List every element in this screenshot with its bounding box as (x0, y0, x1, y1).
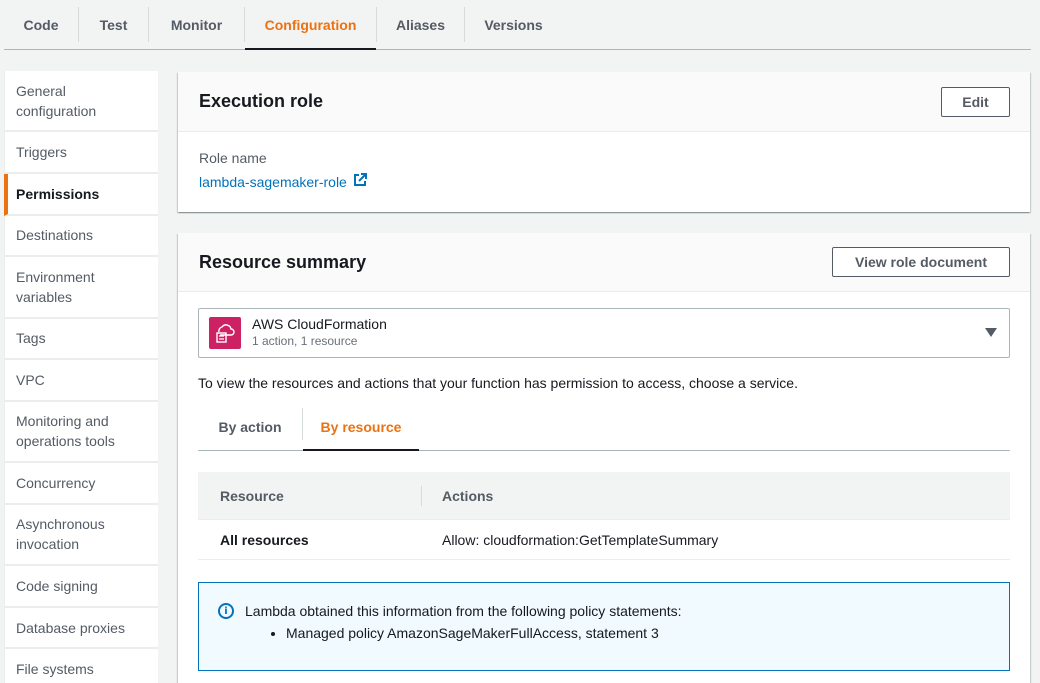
column-header-actions: Actions (442, 487, 494, 504)
caret-down-icon (985, 328, 997, 337)
sidebar-item-file-systems[interactable]: File systems (4, 649, 158, 683)
sidebar-item-asynchronous-invocation[interactable]: Asynchronous invocation (4, 504, 158, 567)
tab-code[interactable]: Code (4, 0, 78, 49)
column-header-resource: Resource (220, 487, 284, 504)
tab-by-resource[interactable]: By resource (303, 404, 419, 451)
tab-test[interactable]: Test (79, 0, 148, 49)
external-link-icon (353, 173, 367, 190)
tab-by-action[interactable]: By action (198, 404, 302, 450)
panel-title: Execution role (199, 91, 324, 111)
list-item: Managed policy AmazonSageMakerFullAccess… (286, 625, 989, 641)
service-summary: 1 action, 1 resource (252, 334, 358, 348)
sidebar-item-concurrency[interactable]: Concurrency (4, 463, 158, 505)
info-icon: i (218, 603, 234, 619)
sidebar-item-general-configuration[interactable]: General configuration (4, 71, 158, 133)
tab-aliases[interactable]: Aliases (377, 0, 464, 49)
info-alert: i Lambda obtained this information from … (198, 582, 1010, 671)
summary-tabs: By action By resource (198, 404, 1010, 451)
tab-configuration[interactable]: Configuration (245, 0, 376, 50)
sidebar-item-tags[interactable]: Tags (4, 318, 158, 361)
execution-role-panel: Execution role Edit Role name lambda-sag… (178, 72, 1030, 212)
sidebar-item-permissions[interactable]: Permissions (4, 174, 158, 216)
service-help-text: To view the resources and actions that y… (198, 375, 798, 391)
resource-table: Resource Actions All resources Allow: cl… (198, 472, 1010, 560)
sidebar-item-monitoring[interactable]: Monitoring and operations tools (4, 401, 158, 464)
policy-list: Managed policy AmazonSageMakerFullAccess… (286, 625, 989, 641)
tab-monitor[interactable]: Monitor (149, 0, 244, 49)
cloudformation-icon (209, 317, 241, 349)
role-name-label: Role name (199, 150, 267, 166)
top-tab-bar: Code Test Monitor Configuration Aliases … (4, 0, 1031, 50)
role-body: Role name lambda-sagemaker-role (178, 132, 1030, 192)
role-link-wrap: lambda-sagemaker-role (199, 173, 1030, 192)
sidebar-item-vpc[interactable]: VPC (4, 360, 158, 402)
view-role-document-button[interactable]: View role document (832, 247, 1010, 277)
sidebar-item-environment-variables[interactable]: Environment variables (4, 257, 158, 319)
tab-versions[interactable]: Versions (465, 0, 562, 49)
table-header: Resource Actions (198, 472, 1010, 520)
panel-header: Execution role Edit (178, 72, 1030, 132)
edit-button[interactable]: Edit (941, 86, 1010, 117)
service-select[interactable]: AWS CloudFormation 1 action, 1 resource (198, 308, 1010, 358)
role-name-link[interactable]: lambda-sagemaker-role (199, 173, 367, 190)
service-text: AWS CloudFormation 1 action, 1 resource (252, 316, 387, 350)
panel-title: Resource summary (199, 251, 367, 272)
config-side-nav: General configuration Triggers Permissio… (4, 71, 158, 683)
sidebar-item-destinations[interactable]: Destinations (4, 215, 158, 258)
action-cell: Allow: cloudformation:GetTemplateSummary (442, 531, 719, 548)
sidebar-item-database-proxies[interactable]: Database proxies (4, 607, 158, 650)
sidebar-item-triggers[interactable]: Triggers (4, 132, 158, 174)
sidebar-item-code-signing[interactable]: Code signing (4, 566, 158, 608)
service-name: AWS CloudFormation (252, 316, 387, 332)
resource-summary-panel: Resource summary View role document AWS … (178, 233, 1030, 683)
resource-cell: All resources (220, 531, 309, 548)
alert-message-line: i Lambda obtained this information from … (218, 603, 989, 619)
table-row: All resources Allow: cloudformation:GetT… (198, 520, 1010, 560)
alert-message: Lambda obtained this information from th… (245, 603, 682, 619)
role-name-text: lambda-sagemaker-role (199, 173, 347, 190)
panel-header: Resource summary View role document (178, 233, 1030, 292)
